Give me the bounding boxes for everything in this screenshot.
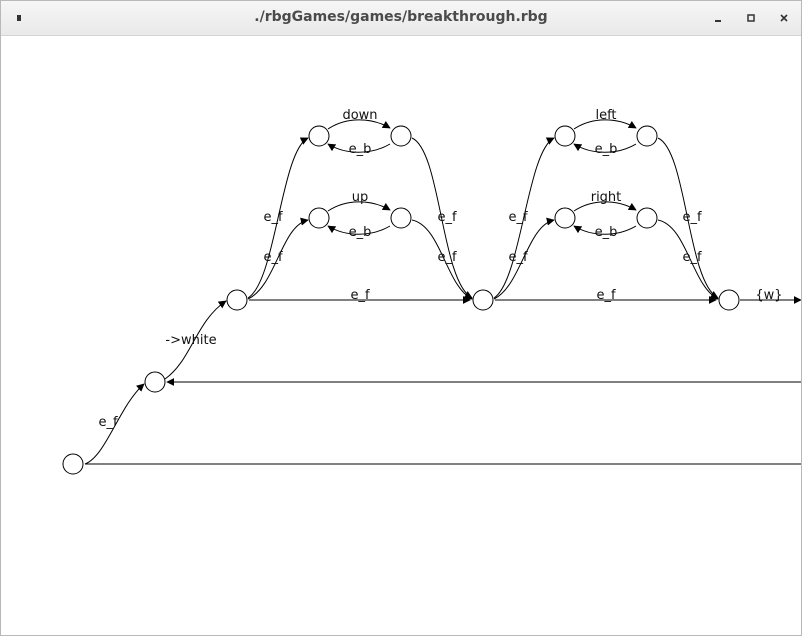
node-n2[interactable]	[226, 289, 248, 311]
node-n12[interactable]	[718, 289, 740, 311]
label-n0-n1: e_f	[98, 415, 117, 430]
node-n11[interactable]	[636, 207, 658, 229]
label-n9-n8: e_b	[595, 142, 618, 157]
node-n8[interactable]	[554, 125, 576, 147]
label-n8-n9: left	[595, 108, 616, 123]
label-n9-n12: e_f	[682, 210, 701, 225]
label-n6-n7: e_f	[437, 250, 456, 265]
label-n6-n5: e_b	[349, 225, 372, 240]
label-n11-n10: e_b	[595, 225, 618, 240]
minimize-icon[interactable]	[706, 6, 730, 30]
node-n4[interactable]	[390, 125, 412, 147]
label-n11-n12: e_f	[682, 250, 701, 265]
close-icon[interactable]	[772, 6, 796, 30]
node-n10[interactable]	[554, 207, 576, 229]
maximize-icon[interactable]	[739, 6, 763, 30]
label-n4-n3: e_b	[349, 142, 372, 157]
node-n1[interactable]	[144, 371, 166, 393]
label-n12-out: {w}	[755, 288, 782, 303]
label-n10-n11: right	[591, 190, 622, 205]
node-n5[interactable]	[308, 207, 330, 229]
label-n5-n6: up	[352, 190, 369, 205]
label-n7-n8: e_f	[508, 210, 527, 225]
node-n7[interactable]	[472, 289, 494, 311]
label-n3-n4: down	[342, 108, 377, 123]
app-window: ./rbgGames/games/breakthrough.rbg e_f ->…	[0, 0, 802, 636]
window-title: ./rbgGames/games/breakthrough.rbg	[254, 9, 548, 25]
node-n3[interactable]	[308, 125, 330, 147]
node-n0[interactable]	[62, 453, 84, 475]
node-n9[interactable]	[636, 125, 658, 147]
label-n4-n7: e_f	[437, 210, 456, 225]
label-n7-n12: e_f	[596, 288, 615, 303]
label-n7-n10: e_f	[508, 250, 527, 265]
label-n2-n7: e_f	[350, 288, 369, 303]
automaton-graph: e_f ->white e_f e_f e_f down e_b up e_b …	[62, 108, 802, 475]
graph-canvas: e_f ->white e_f e_f e_f down e_b up e_b …	[1, 36, 802, 635]
node-n6[interactable]	[390, 207, 412, 229]
title-bar[interactable]: ./rbgGames/games/breakthrough.rbg	[1, 1, 801, 36]
label-n1-n2: ->white	[165, 333, 216, 348]
label-n2-n5: e_f	[263, 250, 282, 265]
label-n2-n3: e_f	[263, 210, 282, 225]
